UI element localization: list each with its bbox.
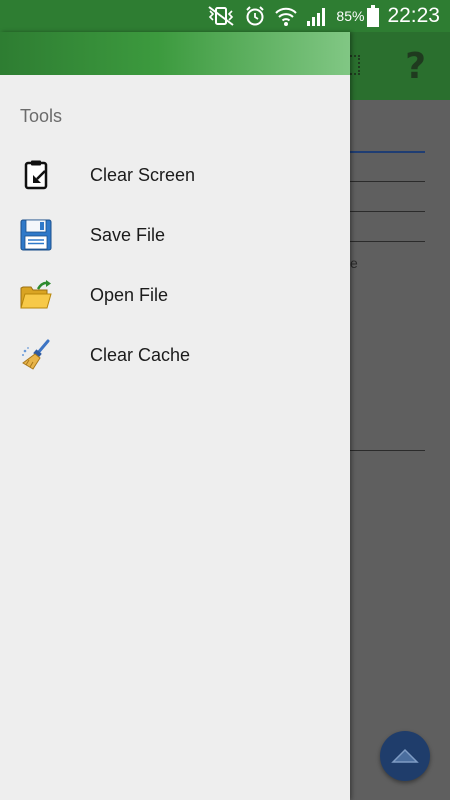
clock: 22:23: [387, 4, 440, 27]
open-folder-icon: [19, 278, 53, 312]
scroll-up-button[interactable]: [380, 731, 430, 781]
navigation-drawer: Tools Clear Screen Save File Open File C…: [0, 32, 350, 800]
menu-item-clear-cache[interactable]: Clear Cache: [0, 325, 350, 385]
menu-item-label: Save File: [90, 224, 166, 245]
background-text: e: [350, 255, 358, 271]
clipboard-clear-icon: [19, 158, 53, 192]
signal-icon: [306, 5, 328, 27]
status-bar: 85% 22:23: [0, 0, 450, 32]
screen: 85% 22:23 ? e Tools Clear Screen Save Fi…: [0, 0, 450, 800]
menu-item-save-file[interactable]: Save File: [0, 205, 350, 265]
menu-item-label: Clear Cache: [90, 344, 191, 365]
input-underline: [350, 151, 425, 153]
section-title-tools: Tools: [20, 106, 63, 126]
mute-vibrate-icon: [206, 5, 236, 27]
menu-item-clear-screen[interactable]: Clear Screen: [0, 145, 350, 205]
divider: [350, 450, 425, 451]
divider: [350, 211, 425, 212]
help-icon[interactable]: ?: [405, 46, 426, 87]
battery-percent: 85%: [336, 8, 365, 24]
floppy-disk-icon: [19, 218, 53, 252]
drawer-header: [0, 32, 350, 75]
menu-item-open-file[interactable]: Open File: [0, 265, 350, 325]
broom-icon: [19, 338, 53, 372]
alarm-icon: [244, 5, 266, 27]
battery-icon: [367, 5, 380, 27]
divider: [350, 241, 425, 242]
menu-item-label: Clear Screen: [90, 164, 196, 185]
menu-item-label: Open File: [90, 284, 169, 305]
divider: [350, 181, 425, 182]
wifi-icon: [274, 5, 298, 27]
chevron-up-icon: [391, 748, 419, 763]
